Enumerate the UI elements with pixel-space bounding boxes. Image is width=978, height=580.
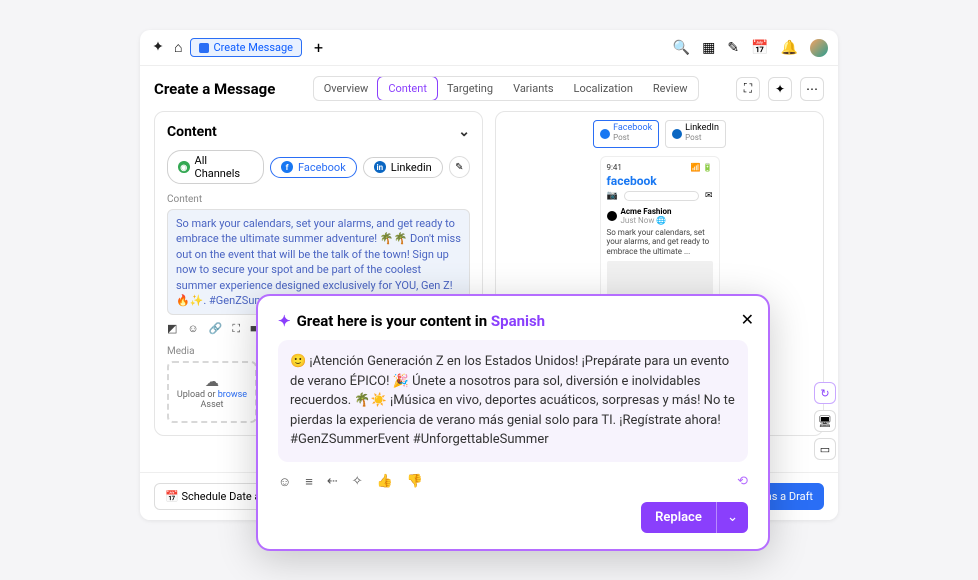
align-icon[interactable]: ≡ <box>305 474 313 490</box>
camera-icon: 📷 <box>607 191 618 201</box>
mobile-preview-icon[interactable]: ▭ <box>814 438 836 460</box>
linkedin-icon <box>672 129 682 139</box>
phone-status-icons: 📶 🔋 <box>691 163 713 172</box>
brand-logo-icon <box>150 40 166 56</box>
globe-icon: ◉ <box>178 161 190 173</box>
search-icon[interactable]: 🔍 <box>673 40 690 56</box>
add-tab-icon[interactable]: + <box>314 38 323 57</box>
step-targeting[interactable]: Targeting <box>437 77 503 100</box>
topbar-right: 🔍 ▦ ✎ 📅 🔔 <box>673 39 828 57</box>
expand-icon[interactable]: ⛶ <box>232 322 240 336</box>
globe-small-icon: 🌐 <box>656 216 666 225</box>
desktop-preview-icon[interactable]: 🖥 <box>814 410 836 432</box>
preview-tab-linkedin[interactable]: LinkedInPost <box>665 120 726 148</box>
page-title: Create a Message <box>154 80 275 98</box>
ai-translate-modal: ✦ Great here is your content in Spanish … <box>256 294 770 551</box>
close-icon[interactable]: ✕ <box>741 310 754 329</box>
preview-tabs: FacebookPost LinkedInPost <box>508 120 811 148</box>
post-text: So mark your calendars, set your alarms,… <box>607 228 713 257</box>
panel-title-row: Content ⌄ <box>167 124 470 140</box>
cloud-upload-icon: ☁ <box>205 374 219 390</box>
notifications-icon[interactable]: 🔔 <box>781 40 798 56</box>
channel-chips: ◉All Channels fFacebook inLinkedin ✎ <box>167 150 470 184</box>
refresh-preview-icon[interactable]: ↻ <box>814 382 836 404</box>
linkedin-icon: in <box>374 161 386 173</box>
page-avatar <box>607 211 617 221</box>
step-content[interactable]: Content <box>377 76 438 101</box>
shorten-icon[interactable]: ⇠ <box>327 474 338 489</box>
step-review[interactable]: Review <box>643 77 698 100</box>
chevron-down-icon[interactable]: ⌄ <box>458 124 470 140</box>
enhance-icon[interactable]: ✧ <box>352 474 363 489</box>
messenger-icon: ✉ <box>705 191 713 201</box>
language-name: Spanish <box>491 312 545 330</box>
browse-link[interactable]: browse <box>218 390 247 400</box>
bold-icon[interactable]: ◩ <box>167 322 177 335</box>
content-heading: Content <box>167 124 217 140</box>
step-variants[interactable]: Variants <box>503 77 563 100</box>
puzzle-icon[interactable]: ✦ <box>768 77 792 101</box>
apps-icon[interactable]: ▦ <box>702 40 715 56</box>
media-upload[interactable]: ☁ Upload or browse Asset <box>167 361 257 423</box>
sitemap-icon[interactable]: ⛶ <box>736 77 760 101</box>
modal-toolbar: ☺ ≡ ⇠ ✧ 👍 👎 ⟲ <box>278 474 748 490</box>
top-bar: ⌂ Create Message + 🔍 ▦ ✎ 📅 🔔 <box>140 30 838 66</box>
content-label: Content <box>167 194 470 205</box>
step-localization[interactable]: Localization <box>564 77 643 100</box>
header-actions: ⛶ ✦ ⋯ <box>736 77 824 101</box>
step-overview[interactable]: Overview <box>314 77 379 100</box>
chip-all-channels[interactable]: ◉All Channels <box>167 150 264 184</box>
more-icon[interactable]: ⋯ <box>800 77 824 101</box>
page-header: Create a Message Overview Content Target… <box>140 66 838 111</box>
tab-create-message[interactable]: Create Message <box>190 38 302 57</box>
user-avatar[interactable] <box>810 39 828 57</box>
chip-facebook[interactable]: fFacebook <box>270 157 357 178</box>
facebook-icon: f <box>281 161 293 173</box>
link-icon[interactable]: 🔗 <box>209 322 223 335</box>
thumbs-up-icon[interactable]: 👍 <box>377 474 393 489</box>
replace-button[interactable]: Replace <box>641 502 716 533</box>
home-icon[interactable]: ⌂ <box>174 39 182 56</box>
translated-text: 🙂 ¡Atención Generación Z en los Estados … <box>278 340 748 462</box>
preview-device-switch: ↻ 🖥 ▭ <box>814 382 836 460</box>
thumbs-down-icon[interactable]: 👎 <box>407 474 423 489</box>
sparkle-icon: ✦ <box>278 312 291 330</box>
replace-dropdown[interactable]: ⌄ <box>716 502 748 533</box>
search-bar <box>624 191 699 201</box>
calendar-icon[interactable]: 📅 <box>751 40 768 56</box>
facebook-logo-text: facebook <box>607 174 713 188</box>
replace-button-group: Replace ⌄ <box>641 502 748 533</box>
emoji-icon[interactable]: ☺ <box>187 322 198 335</box>
phone-time: 9:41 <box>607 163 622 172</box>
tab-label: Create Message <box>213 41 293 54</box>
facebook-icon <box>600 129 610 139</box>
edit-icon[interactable]: ✎ <box>727 40 739 56</box>
message-icon <box>199 43 209 53</box>
regenerate-icon[interactable]: ⟲ <box>737 474 748 489</box>
workflow-steps: Overview Content Targeting Variants Loca… <box>313 76 699 101</box>
modal-title: ✦ Great here is your content in Spanish <box>278 312 748 330</box>
emoji-tone-icon[interactable]: ☺ <box>278 474 291 490</box>
chip-linkedin[interactable]: inLinkedin <box>363 157 443 178</box>
preview-tab-facebook[interactable]: FacebookPost <box>593 120 659 148</box>
edit-channels-icon[interactable]: ✎ <box>449 156 470 178</box>
